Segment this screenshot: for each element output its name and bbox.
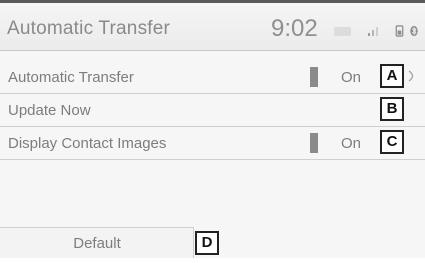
bluetooth-icon	[410, 25, 418, 37]
setting-label: Display Contact Images	[8, 135, 167, 152]
bottom-edge	[0, 258, 425, 263]
phone-battery-icon	[395, 25, 404, 37]
toggle-indicator	[310, 133, 318, 153]
scroll-indicator-icon	[408, 70, 414, 82]
signal-icon	[368, 27, 378, 36]
setting-label: Update Now	[8, 102, 91, 119]
clock: 9:02	[271, 15, 318, 42]
setting-label: Automatic Transfer	[8, 69, 134, 86]
header-bar: Automatic Transfer 9:02	[0, 6, 425, 51]
setting-row-display-contact-images[interactable]: Display Contact Images On	[0, 127, 425, 160]
toggle-value: On	[341, 69, 362, 86]
callout-d: D	[195, 231, 219, 255]
screen-title: Automatic Transfer	[7, 18, 171, 39]
callout-a: A	[380, 64, 404, 88]
badge-icon	[334, 27, 351, 36]
callout-b: B	[380, 97, 404, 121]
setting-row-update-now[interactable]: Update Now	[0, 94, 425, 127]
callout-c: C	[380, 130, 404, 154]
screen: Automatic Transfer 9:02 Automatic Transf…	[0, 0, 425, 263]
default-button[interactable]: Default	[0, 227, 194, 258]
toggle-value: On	[341, 135, 362, 152]
toggle-indicator	[310, 67, 318, 87]
setting-row-automatic-transfer[interactable]: Automatic Transfer On	[0, 61, 425, 94]
default-button-label: Default	[73, 235, 121, 252]
